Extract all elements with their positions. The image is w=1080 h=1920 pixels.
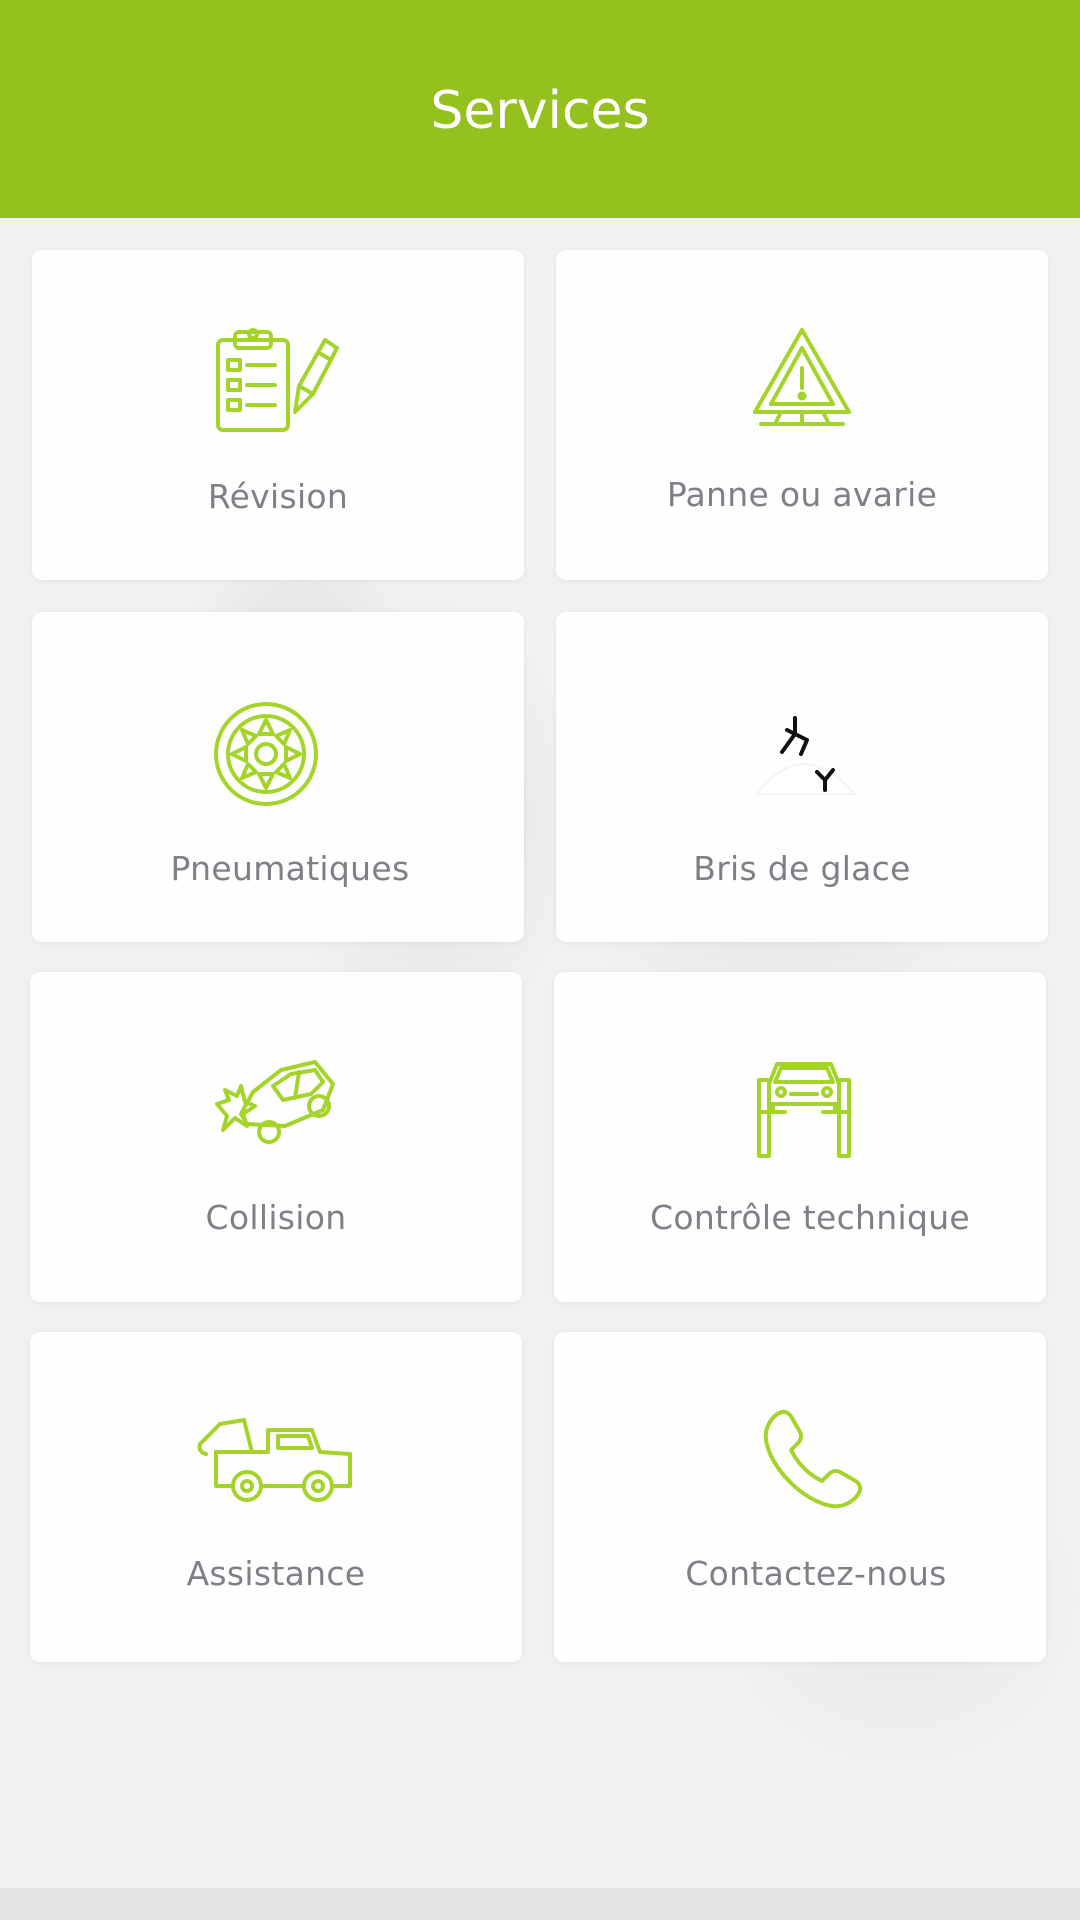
service-card-glass[interactable]: Bris de glace [556,612,1048,942]
car-lift-icon [558,1054,1050,1158]
service-label: Contactez-nous [685,1554,947,1593]
bottom-strip [0,1888,1080,1920]
service-card-breakdown[interactable]: Panne ou avarie [556,250,1048,580]
service-card-inspection[interactable]: Contrôle technique [554,972,1046,1302]
service-label: Révision [207,477,349,516]
broken-glass-icon [556,704,1048,804]
service-label: Panne ou avarie [666,475,938,514]
service-card-assistance[interactable]: Assistance [30,1332,522,1662]
service-label: Collision [205,1198,347,1237]
clipboard-checklist-icon [32,326,524,434]
service-card-revision[interactable]: Révision [32,250,524,580]
service-card-collision[interactable]: Collision [30,972,522,1302]
service-label: Bris de glace [693,849,911,888]
car-crash-icon [30,1054,522,1154]
page-title: Services [430,80,650,141]
warning-triangle-icon [556,326,1048,434]
service-card-tires[interactable]: Pneumatiques [32,612,524,942]
tire-wheel-icon [20,700,512,808]
tow-truck-icon [30,1412,522,1502]
service-label: Assistance [186,1554,366,1593]
service-label: Contrôle technique [649,1198,971,1237]
service-card-contact[interactable]: Contactez-nous [554,1332,1046,1662]
service-label: Pneumatiques [170,849,410,888]
app-header: Services [0,0,1080,218]
phone-icon [566,1408,1058,1512]
